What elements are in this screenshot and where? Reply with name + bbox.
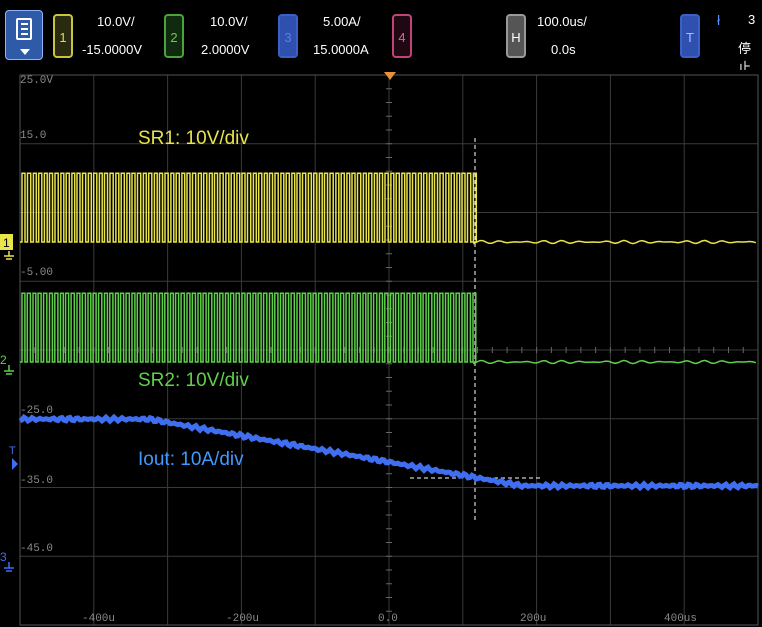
document-icon xyxy=(16,18,32,40)
ch3-offset: 15.0000A xyxy=(313,42,369,57)
ch2-scale: 10.0V/ xyxy=(210,14,248,29)
channel-4-button[interactable]: 4 xyxy=(392,14,412,58)
channel-3-button[interactable]: 3 xyxy=(278,14,298,58)
chevron-down-icon xyxy=(20,49,30,55)
sr2-annotation: SR2: 10V/div xyxy=(138,370,249,391)
channel-1-button[interactable]: 1 xyxy=(53,14,73,58)
svg-text:T: T xyxy=(9,445,16,457)
toolbar: 1 10.0V/ -15.0000V 2 10.0V/ 2.0000V 3 5.… xyxy=(0,0,762,75)
time-label-400: 400us xyxy=(664,613,697,625)
trigger-slope-icon: ł xyxy=(717,12,721,28)
trigger-source: 3 xyxy=(748,12,756,27)
iout-annotation: Iout: 10A/div xyxy=(138,449,244,470)
svg-text:2: 2 xyxy=(0,353,7,367)
svg-text:1: 1 xyxy=(3,236,10,250)
waveform-display[interactable]: 25.0V 15.0 -5.00 -25.0 -35.0 -45.0 -400u… xyxy=(0,70,762,627)
svg-text:3: 3 xyxy=(0,550,7,564)
ch1-scale: 10.0V/ xyxy=(97,14,135,29)
level-label-m35: -35.0 xyxy=(20,475,53,487)
level-label-25: 25.0V xyxy=(20,75,53,87)
time-label-0: 0.0 xyxy=(378,613,398,625)
ch3-scale: 5.00A/ xyxy=(323,14,361,29)
ch2-offset: 2.0000V xyxy=(201,42,250,57)
level-label-m5: -5.00 xyxy=(20,267,53,279)
level-label-15: 15.0 xyxy=(20,130,46,142)
menu-button[interactable] xyxy=(5,10,43,60)
sr1-annotation: SR1: 10V/div xyxy=(138,128,249,149)
time-label-200: 200u xyxy=(520,613,546,625)
channel-2-button[interactable]: 2 xyxy=(164,14,184,58)
time-label-m400: -400u xyxy=(82,613,115,625)
horizontal-delay: 0.0s xyxy=(551,42,576,57)
ch1-offset: -15.0000V xyxy=(82,42,142,57)
time-label-m200: -200u xyxy=(226,613,259,625)
trigger-button[interactable]: T xyxy=(680,14,700,58)
horizontal-scale: 100.0us/ xyxy=(537,14,587,29)
horizontal-button[interactable]: H xyxy=(506,14,526,58)
level-label-m45: -45.0 xyxy=(20,543,53,555)
